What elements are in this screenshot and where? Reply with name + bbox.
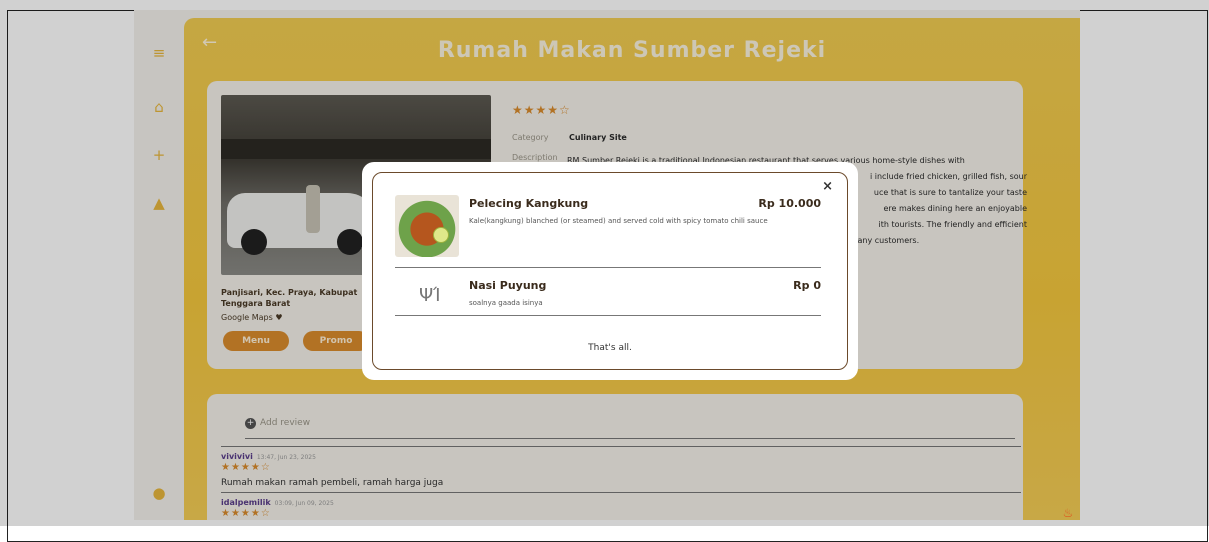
flame-icon[interactable]: ♨ [1061, 505, 1075, 521]
divider [395, 267, 821, 268]
dish-photo [395, 195, 459, 257]
list-end-text: That's all. [588, 343, 632, 353]
divider [395, 315, 821, 316]
menu-item-description: soalnya gaada isinya [469, 299, 543, 307]
menu-modal-content: × Pelecing Kangkung Rp 10.000 Kale(kangk… [372, 172, 848, 370]
menu-item-price: Rp 10.000 [758, 197, 821, 210]
fork-knife-icon: ΨΊ [419, 285, 441, 306]
menu-modal: × Pelecing Kangkung Rp 10.000 Kale(kangk… [362, 162, 858, 380]
close-icon[interactable]: × [822, 179, 833, 194]
menu-item-description: Kale(kangkung) blanched (or steamed) and… [469, 217, 768, 225]
menu-item-price: Rp 0 [793, 279, 821, 292]
menu-item-name: Pelecing Kangkung [469, 197, 589, 210]
menu-item-name: Nasi Puyung [469, 279, 547, 292]
